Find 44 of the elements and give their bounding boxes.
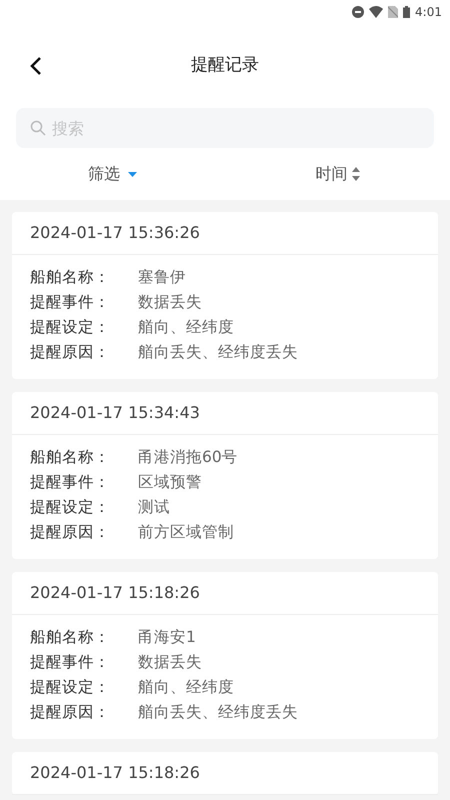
field-label: 船舶名称： (30, 446, 111, 468)
record-card[interactable]: 2024-01-17 15:34:43 船舶名称： 甬港消拖60号 提醒事件： 区域预警 提醒设定： 测试 提醒原因： 前方区域管制 (12, 392, 438, 559)
record-time: 2024-01-17 15:18:26 (30, 762, 200, 784)
field-label: 船舶名称： (30, 266, 111, 288)
record-card[interactable]: 2024-01-17 15:18:26 (12, 752, 438, 795)
field-label: 提醒事件： (30, 292, 111, 313)
field-value: 艏向、经纬度 (138, 316, 234, 338)
back-icon (30, 56, 42, 76)
wifi-icon (369, 6, 384, 18)
field-value: 前方区域管制 (138, 522, 234, 543)
field-label: 提醒原因： (30, 342, 111, 363)
record-time: 2024-01-17 15:18:26 (30, 582, 200, 604)
battery-icon (403, 6, 410, 18)
field-value: 塞鲁伊 (138, 266, 186, 288)
clock: 4:01 (415, 4, 442, 21)
sort-icon (352, 166, 360, 182)
field-value: 测试 (138, 496, 170, 518)
field-label: 提醒原因： (30, 522, 111, 543)
sort-button[interactable]: 时间 (225, 162, 450, 186)
page-title: 提醒记录 (191, 54, 259, 78)
field-label: 提醒设定： (30, 316, 111, 338)
field-label: 提醒事件： (30, 652, 111, 673)
search-icon (30, 120, 46, 136)
field-value: 甬海安1 (138, 626, 196, 648)
record-card[interactable]: 2024-01-17 15:18:26 船舶名称： 甬海安1 提醒事件： 数据丢失 提醒设定： 艏向、经纬度 提醒原因： 艏向丢失、经纬度丢失 (12, 572, 438, 739)
field-value: 艏向、经纬度 (138, 676, 234, 698)
field-value: 数据丢失 (138, 292, 202, 313)
field-label: 提醒原因： (30, 702, 111, 723)
caret-icon (128, 172, 137, 176)
field-label: 提醒设定： (30, 496, 111, 518)
field-value: 甬港消拖60号 (138, 446, 238, 468)
field-label: 船舶名称： (30, 626, 111, 648)
field-value: 艏向丢失、经纬度丢失 (138, 702, 298, 723)
filter-dropdown[interactable]: 筛选 (0, 162, 225, 186)
field-value: 区域预警 (138, 472, 202, 493)
field-value: 数据丢失 (138, 652, 202, 673)
field-label: 提醒事件： (30, 472, 111, 493)
field-label: 提醒设定： (30, 676, 111, 698)
record-time: 2024-01-17 15:36:26 (30, 222, 200, 244)
record-card[interactable]: 2024-01-17 15:36:26 船舶名称： 塞鲁伊 提醒事件： 数据丢失 提醒设定： 艏向、经纬度 提醒原因： 艏向丢失、经纬度丢失 (12, 212, 438, 379)
field-value: 艏向丢失、经纬度丢失 (138, 342, 298, 363)
record-time: 2024-01-17 15:34:43 (30, 402, 200, 424)
no-sim-icon (388, 6, 398, 18)
do-not-disturb-icon (352, 6, 364, 18)
